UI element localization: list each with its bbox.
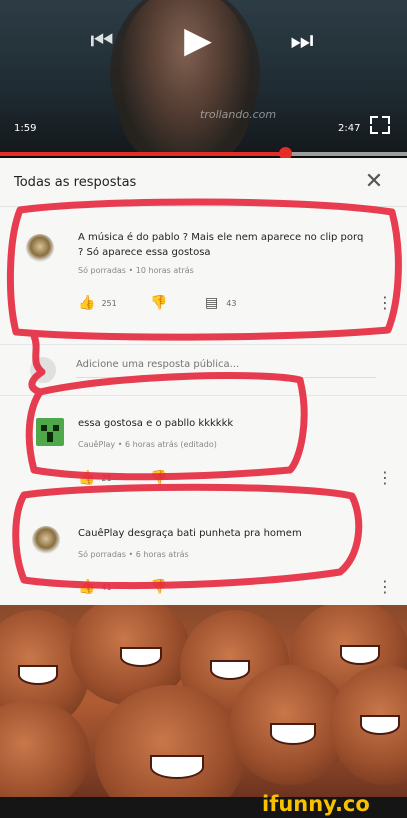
panel-title: Todas as respostas	[14, 175, 137, 190]
dislike-button[interactable]: 👎	[150, 579, 167, 595]
avatar[interactable]	[36, 418, 64, 446]
reply-underline	[76, 377, 376, 378]
thumb-up-icon: 👍	[78, 579, 96, 595]
more-options-icon[interactable]: ⋮	[377, 470, 393, 486]
comment-author[interactable]: Só porradas	[78, 266, 126, 275]
comment-meta: Só porradas • 10 horas atrás	[78, 266, 194, 275]
video-player[interactable]: ⏮ ▶ ⏭ trollando.com 1:59 2:47	[0, 0, 407, 152]
comment-time: 6 horas atrás (editado)	[124, 440, 217, 449]
comment-meta: CauêPlay • 6 horas atrás (editado)	[78, 440, 217, 449]
next-icon[interactable]: ⏭	[284, 26, 320, 56]
dislike-button[interactable]: 👎	[150, 470, 167, 486]
comment-item: essa gostosa e o pabllo kkkkkk CauêPlay …	[0, 398, 407, 493]
dislike-button[interactable]: 👎	[150, 295, 167, 311]
more-options-icon[interactable]: ⋮	[377, 295, 393, 311]
more-options-icon[interactable]: ⋮	[377, 579, 393, 595]
panel-header: Todas as respostas ✕	[0, 158, 407, 207]
comment-time: 6 horas atrás	[135, 550, 189, 559]
reply-box	[0, 344, 407, 396]
previous-icon[interactable]: ⏮	[84, 26, 120, 56]
reply-button[interactable]: ▤ 43	[205, 295, 236, 311]
comment-text: A música é do pablo ? Mais ele nem apare…	[78, 232, 364, 258]
reply-icon: ▤	[205, 295, 219, 311]
replies-panel: Todas as respostas ✕ A música é do pablo…	[0, 158, 407, 605]
total-time: 2:47	[338, 123, 361, 134]
meme-image	[0, 605, 407, 797]
like-count: 21	[101, 473, 112, 483]
comment-item: CauêPlay desgraça bati punheta pra homem…	[0, 508, 407, 605]
progress-fill	[0, 152, 285, 156]
avatar[interactable]	[32, 526, 60, 554]
comment-author[interactable]: CauêPlay	[78, 440, 115, 449]
thumb-down-icon: 👎	[150, 295, 168, 311]
comment-time: 10 horas atrás	[135, 266, 194, 275]
like-count: 41	[101, 582, 112, 592]
comment-author[interactable]: Só porradas	[78, 550, 126, 559]
progress-bar[interactable]	[0, 147, 407, 160]
comment-text: essa gostosa e o pabllo kkkkkk	[78, 418, 234, 429]
video-watermark: trollando.com	[200, 108, 277, 121]
thumb-down-icon: 👎	[150, 579, 168, 595]
user-avatar	[30, 357, 56, 383]
close-icon[interactable]: ✕	[362, 170, 386, 194]
like-button[interactable]: 👍 21	[78, 470, 112, 486]
reply-input[interactable]	[76, 359, 376, 370]
current-time: 1:59	[14, 123, 37, 134]
comment-item: A música é do pablo ? Mais ele nem apare…	[0, 220, 407, 344]
comment-meta: Só porradas • 6 horas atrás	[78, 550, 189, 559]
thumb-up-icon: 👍	[78, 295, 96, 311]
like-button[interactable]: 👍 251	[78, 295, 117, 311]
thumb-up-icon: 👍	[78, 470, 96, 486]
ifunny-logo[interactable]: ifunny.co	[262, 792, 370, 816]
fullscreen-icon[interactable]	[370, 116, 390, 134]
reply-count: 43	[226, 298, 237, 308]
play-icon[interactable]: ▶	[178, 20, 218, 61]
thumb-down-icon: 👎	[150, 470, 168, 486]
comment-text: CauêPlay desgraça bati punheta pra homem	[78, 528, 302, 539]
like-button[interactable]: 👍 41	[78, 579, 112, 595]
avatar[interactable]	[26, 234, 54, 262]
like-count: 251	[101, 298, 117, 308]
